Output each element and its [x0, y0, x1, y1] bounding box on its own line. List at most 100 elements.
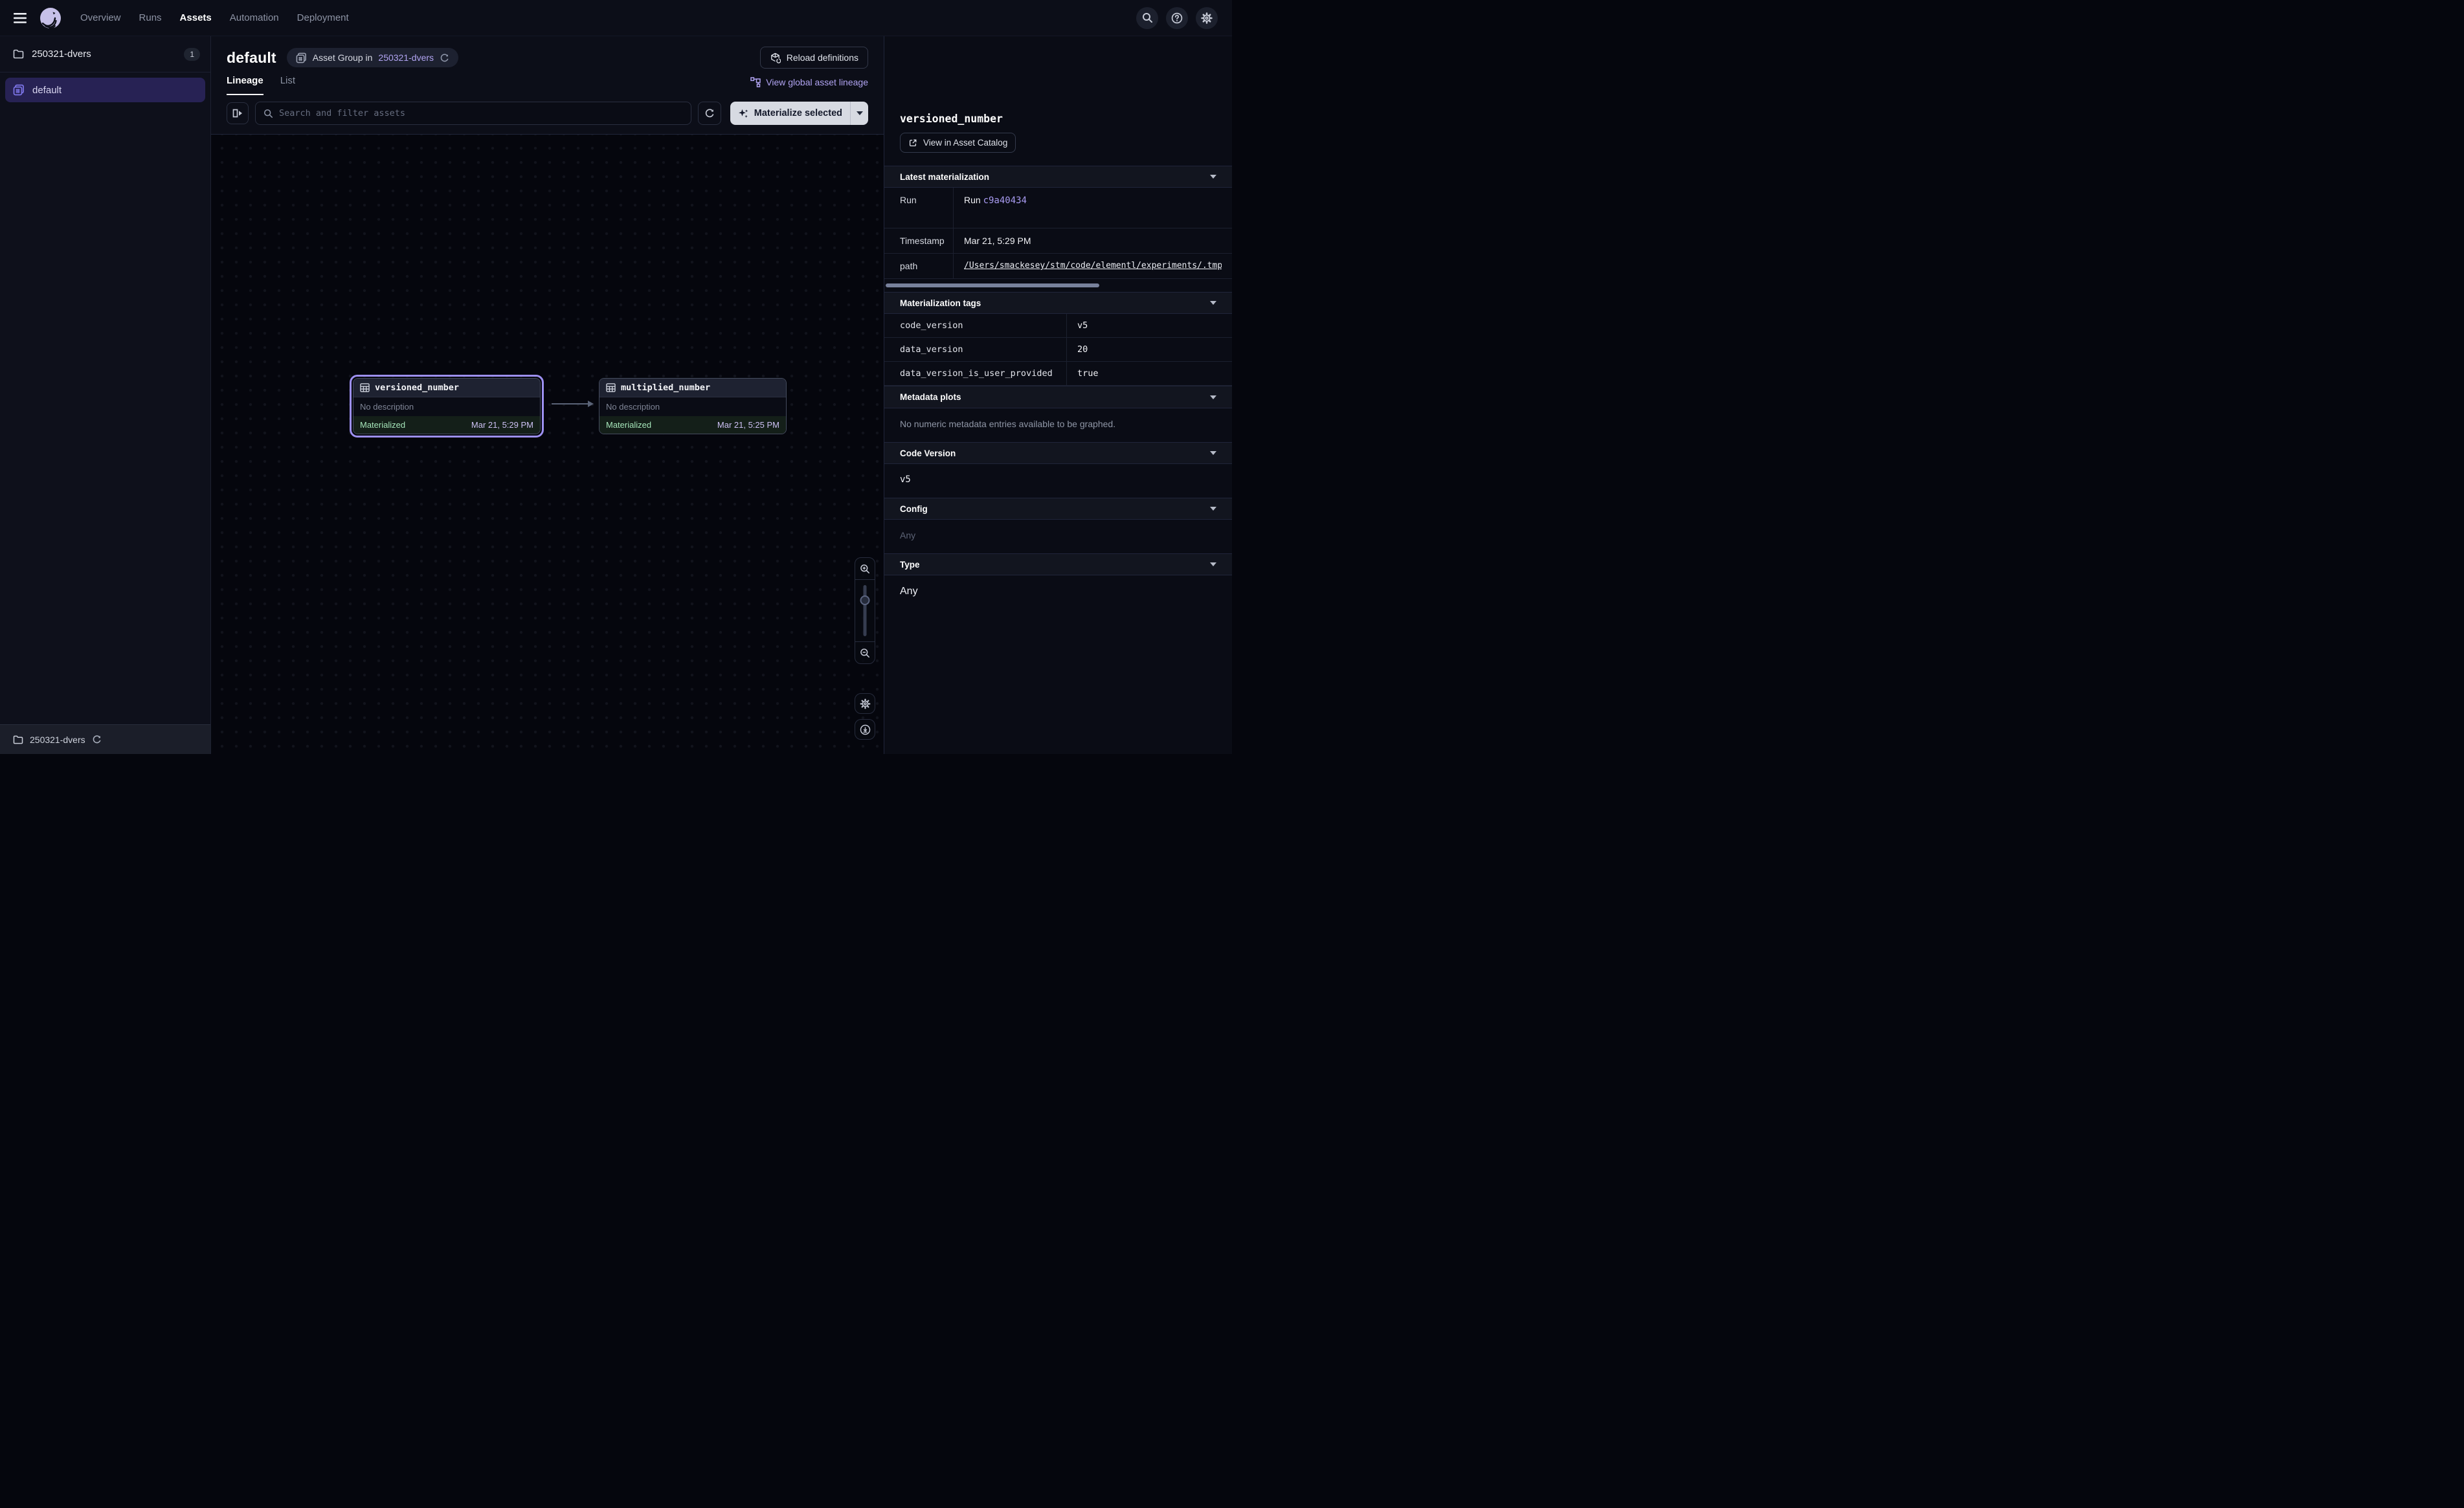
metadata-plots-empty-text: No numeric metadata entries available to…: [884, 408, 1232, 442]
panel-asset-title: versioned_number: [884, 113, 1232, 125]
sidebar-item-default[interactable]: default: [5, 78, 205, 102]
asset-table-icon: [360, 383, 370, 392]
timestamp-value: Mar 21, 5:29 PM: [953, 228, 1232, 253]
asset-table-icon: [606, 383, 616, 392]
chevron-down-icon: [1210, 395, 1216, 399]
path-value-cell: /Users/smackesey/stm/code/elementl/exper…: [953, 254, 1232, 278]
badge-location-link[interactable]: 250321-dvers: [378, 52, 434, 63]
asset-groups-sidebar: 250321-dvers 1 default 250321-dvers: [0, 36, 211, 754]
folder-icon: [13, 49, 24, 59]
page-title: default: [227, 49, 276, 67]
view-in-asset-catalog-label: View in Asset Catalog: [923, 138, 1007, 148]
nav-item-runs[interactable]: Runs: [139, 12, 162, 23]
chevron-down-icon: [1210, 507, 1216, 511]
sidebar-code-location[interactable]: 250321-dvers 1: [0, 36, 210, 72]
reload-definitions-icon: [770, 52, 781, 63]
refresh-graph-icon[interactable]: [698, 102, 721, 125]
refresh-icon[interactable]: [440, 53, 449, 63]
tag-key: data_version: [884, 338, 1066, 361]
section-metadata-plots[interactable]: Metadata plots: [884, 386, 1232, 408]
view-in-asset-catalog-button[interactable]: View in Asset Catalog: [900, 133, 1016, 153]
chevron-down-icon: [1210, 301, 1216, 305]
section-latest-materialization[interactable]: Latest materialization: [884, 166, 1232, 188]
section-title: Metadata plots: [900, 392, 961, 402]
graph-settings-gear-icon[interactable]: [855, 693, 875, 714]
nav-item-automation[interactable]: Automation: [230, 12, 279, 23]
materialize-split-button: Materialize selected: [730, 102, 868, 125]
download-graph-icon[interactable]: [855, 719, 875, 740]
tag-key: data_version_is_user_provided: [884, 362, 1066, 385]
section-title: Code Version: [900, 449, 956, 458]
footer-location-name: 250321-dvers: [30, 735, 85, 745]
asset-search-box: [255, 102, 691, 125]
node-name: versioned_number: [375, 383, 459, 393]
path-value-link[interactable]: /Users/smackesey/stm/code/elementl/exper…: [964, 261, 1222, 271]
asset-group-badge[interactable]: Asset Group in 250321-dvers: [287, 48, 458, 67]
zoom-out-icon[interactable]: [855, 641, 875, 663]
zoom-slider: [855, 580, 875, 641]
section-title: Type: [900, 560, 920, 570]
nav-item-assets[interactable]: Assets: [180, 12, 212, 23]
section-code-version[interactable]: Code Version: [884, 442, 1232, 464]
node-name: multiplied_number: [621, 383, 710, 393]
materialize-selected-button[interactable]: Materialize selected: [730, 102, 850, 125]
node-description: No description: [353, 397, 540, 416]
settings-gear-icon[interactable]: [1196, 7, 1218, 29]
external-link-icon: [908, 139, 917, 148]
asset-node-versioned-number[interactable]: versioned_number No description Material…: [353, 378, 541, 434]
lineage-graph-icon: [750, 77, 761, 87]
timestamp-key: Timestamp: [884, 228, 953, 253]
collapse-sidebar-panel-icon[interactable]: [227, 102, 249, 124]
lineage-edge: [552, 403, 588, 405]
latest-run-row: Run Run c9a40434: [884, 188, 1232, 228]
asset-details-panel: versioned_number View in Asset Catalog L…: [884, 36, 1232, 754]
horizontal-scrollbar[interactable]: [886, 283, 1099, 287]
zoom-in-icon[interactable]: [855, 558, 875, 580]
main-nav-items: Overview Runs Assets Automation Deployme…: [80, 12, 349, 23]
reload-location-icon[interactable]: [92, 735, 102, 744]
view-global-asset-lineage-link[interactable]: View global asset lineage: [750, 77, 868, 95]
node-status-timestamp: Mar 21, 5:25 PM: [717, 420, 779, 430]
path-key: path: [884, 254, 953, 278]
reload-definitions-button[interactable]: Reload definitions: [760, 47, 868, 69]
chevron-down-icon: [1210, 562, 1216, 566]
section-title: Config: [900, 504, 928, 514]
zoom-control-panel: [855, 557, 875, 664]
run-id-link[interactable]: c9a40434: [983, 195, 1027, 206]
tag-row-code-version: code_version v5: [884, 314, 1232, 338]
view-global-asset-lineage-label: View global asset lineage: [766, 77, 868, 87]
nav-item-deployment[interactable]: Deployment: [297, 12, 349, 23]
zoom-slider-thumb[interactable]: [860, 595, 870, 605]
lineage-graph-canvas[interactable]: versioned_number No description Material…: [211, 135, 884, 754]
tab-list[interactable]: List: [280, 75, 295, 95]
tab-lineage[interactable]: Lineage: [227, 75, 263, 95]
run-key: Run: [884, 188, 953, 228]
search-input[interactable]: [279, 108, 683, 118]
code-location-name: 250321-dvers: [32, 49, 176, 60]
nav-item-overview[interactable]: Overview: [80, 12, 121, 23]
asset-node-multiplied-number[interactable]: multiplied_number No description Materia…: [599, 378, 787, 434]
tag-row-data-version-is-user-provided: data_version_is_user_provided true: [884, 362, 1232, 386]
run-prefix: Run: [964, 195, 983, 205]
code-location-footer: 250321-dvers: [0, 724, 210, 754]
materialize-dropdown-caret[interactable]: [850, 102, 868, 125]
search-icon[interactable]: [1136, 7, 1158, 29]
latest-timestamp-row: Timestamp Mar 21, 5:29 PM: [884, 228, 1232, 254]
chevron-down-icon: [1210, 175, 1216, 179]
latest-path-row: path /Users/smackesey/stm/code/elementl/…: [884, 254, 1232, 279]
zoom-slider-track[interactable]: [864, 585, 867, 636]
tag-key: code_version: [884, 314, 1066, 337]
node-status-badge: Materialized: [360, 420, 405, 430]
reload-definitions-label: Reload definitions: [787, 52, 858, 63]
section-title: Latest materialization: [900, 172, 989, 182]
run-value: Run c9a40434: [953, 188, 1232, 228]
asset-group-icon: [13, 84, 25, 96]
hamburger-menu-icon[interactable]: [9, 7, 31, 29]
help-icon[interactable]: [1166, 7, 1188, 29]
asset-group-count-badge: 1: [184, 48, 200, 61]
top-nav: Overview Runs Assets Automation Deployme…: [0, 0, 1232, 36]
section-materialization-tags[interactable]: Materialization tags: [884, 292, 1232, 314]
search-icon: [263, 109, 273, 118]
section-type[interactable]: Type: [884, 553, 1232, 575]
section-config[interactable]: Config: [884, 498, 1232, 520]
